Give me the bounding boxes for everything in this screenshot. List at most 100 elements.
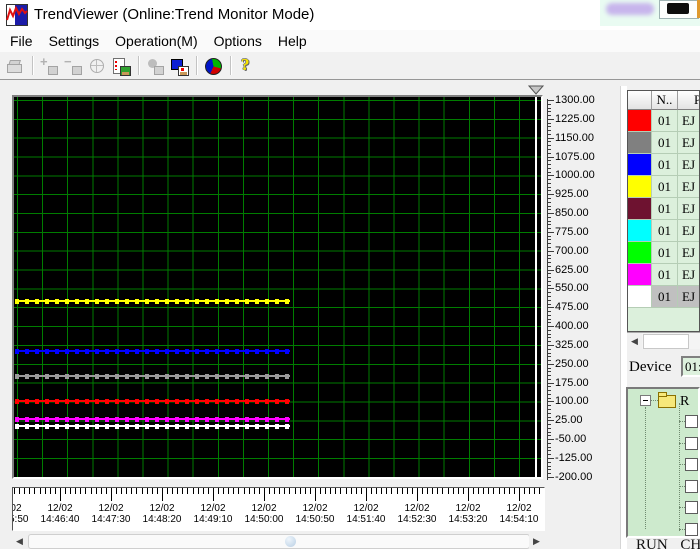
series-markers bbox=[15, 373, 290, 379]
folder-icon bbox=[658, 392, 676, 408]
globe-icon[interactable] bbox=[88, 57, 106, 75]
y-minor-tick bbox=[547, 356, 551, 358]
tree-root-label[interactable]: R bbox=[680, 394, 689, 410]
y-minor-tick bbox=[547, 179, 551, 181]
y-minor-tick bbox=[547, 262, 551, 263]
x-minor-tick bbox=[202, 488, 204, 494]
legend-row[interactable]: 01 EJ bbox=[628, 110, 699, 132]
legend-row[interactable]: 01 EJ bbox=[628, 154, 699, 176]
legend-row[interactable]: 01 EJ bbox=[628, 242, 699, 264]
pen-color-swatch bbox=[628, 286, 652, 308]
x-tick-label: 12/02 14:53:20 bbox=[440, 503, 496, 525]
y-minor-tick bbox=[547, 386, 551, 388]
y-minor-tick bbox=[547, 405, 551, 407]
legend-row[interactable]: 01 EJ bbox=[628, 198, 699, 220]
x-tick-label: 12/02 14:50:50 bbox=[287, 503, 343, 525]
y-minor-tick bbox=[547, 446, 551, 448]
y-tick-label: -200.00 bbox=[555, 470, 593, 483]
report-save-icon[interactable] bbox=[112, 57, 131, 76]
y-minor-tick bbox=[547, 337, 551, 339]
legend-scrollbar-thumb[interactable] bbox=[643, 334, 689, 349]
y-minor-tick bbox=[547, 442, 551, 444]
menu-operationm[interactable]: Operation(M) bbox=[107, 31, 205, 51]
scroll-left-button[interactable]: ◀ bbox=[12, 533, 27, 549]
trend-plot-area[interactable] bbox=[14, 97, 541, 477]
legend-row[interactable]: 01 EJ bbox=[628, 286, 699, 308]
tree-item-checkbox[interactable] bbox=[685, 458, 698, 471]
legend-row[interactable]: 01 EJ bbox=[628, 220, 699, 242]
y-minor-tick bbox=[547, 235, 551, 237]
x-minor-tick bbox=[233, 488, 235, 494]
x-major-tick bbox=[162, 488, 163, 501]
add-pen-icon[interactable]: + bbox=[40, 54, 58, 75]
series-pen-blue bbox=[15, 348, 290, 355]
legend-row[interactable]: 01 EJ bbox=[628, 176, 699, 198]
x-tick-date: 12/02 bbox=[302, 503, 328, 514]
y-minor-tick bbox=[547, 341, 551, 343]
device-combo[interactable]: 01:E bbox=[681, 356, 700, 377]
y-minor-tick bbox=[547, 171, 551, 173]
pen-color-swatch bbox=[628, 154, 652, 176]
y-minor-tick bbox=[547, 427, 551, 429]
pen-save-icon[interactable] bbox=[170, 57, 189, 76]
x-minor-tick bbox=[274, 488, 276, 494]
pen-param: EJ bbox=[678, 286, 699, 308]
menu-options[interactable]: Options bbox=[206, 31, 270, 51]
tree-item-checkbox[interactable] bbox=[685, 480, 698, 493]
tree-expand-toggle[interactable] bbox=[640, 395, 651, 406]
x-minor-tick bbox=[284, 488, 286, 494]
x-major-tick bbox=[519, 488, 520, 501]
y-tick-label: 775.00 bbox=[555, 225, 589, 238]
y-minor-tick bbox=[547, 133, 551, 135]
open-file-icon[interactable] bbox=[6, 57, 24, 75]
legend-row[interactable]: 01 EJ bbox=[628, 264, 699, 286]
tree-item-checkbox[interactable] bbox=[685, 523, 698, 536]
x-minor-tick bbox=[29, 488, 31, 494]
pen-no: 01 bbox=[652, 198, 678, 220]
x-minor-tick bbox=[182, 488, 184, 494]
scrollbar-thumb[interactable] bbox=[28, 534, 530, 549]
pen-assign-icon[interactable] bbox=[146, 57, 164, 75]
tree-connector bbox=[651, 400, 658, 402]
remove-pen-icon[interactable]: − bbox=[64, 54, 82, 75]
x-tick-label: 12/02 14:50:00 bbox=[236, 503, 292, 525]
y-major-tick bbox=[547, 156, 554, 158]
x-minor-tick bbox=[401, 488, 403, 494]
y-minor-tick bbox=[547, 322, 551, 324]
title-bar[interactable]: TrendViewer (Online:Trend Monitor Mode) bbox=[0, 0, 700, 30]
x-minor-tick bbox=[75, 488, 77, 494]
x-tick-date: 12/02 bbox=[47, 503, 73, 514]
pen-color-swatch bbox=[628, 110, 652, 132]
y-major-tick bbox=[547, 420, 554, 422]
tree-item-checkbox[interactable] bbox=[685, 501, 698, 514]
menu-settings[interactable]: Settings bbox=[41, 31, 108, 51]
tree-item-checkbox[interactable] bbox=[685, 415, 698, 428]
scroll-right-button[interactable]: ▶ bbox=[529, 533, 544, 549]
pen-no: 01 bbox=[652, 176, 678, 198]
y-minor-tick bbox=[547, 375, 551, 377]
y-tick-label: 475.00 bbox=[555, 301, 589, 314]
x-minor-tick bbox=[437, 488, 439, 494]
x-minor-tick bbox=[503, 488, 505, 494]
menu-file[interactable]: File bbox=[2, 31, 41, 51]
menu-help[interactable]: Help bbox=[270, 31, 315, 51]
x-tick-time: 14:47:30 bbox=[91, 514, 131, 525]
help-icon[interactable]: ? bbox=[238, 55, 256, 75]
y-minor-tick bbox=[547, 186, 551, 188]
y-minor-tick bbox=[547, 205, 551, 207]
x-minor-tick bbox=[396, 488, 398, 494]
pie-chart-icon[interactable] bbox=[204, 57, 222, 75]
x-minor-tick bbox=[345, 488, 347, 494]
legend-row[interactable]: 01 EJ bbox=[628, 132, 699, 154]
peek-window-box bbox=[659, 0, 699, 19]
tree-item-checkbox[interactable] bbox=[685, 437, 698, 450]
legend-scroll-left-button[interactable]: ◀ bbox=[627, 333, 642, 349]
y-minor-tick bbox=[547, 216, 551, 218]
x-minor-tick bbox=[218, 488, 219, 494]
y-major-tick bbox=[547, 269, 554, 271]
pen-param: EJ bbox=[678, 110, 699, 132]
pen-color-swatch bbox=[628, 198, 652, 220]
x-minor-tick bbox=[422, 488, 423, 494]
y-minor-tick bbox=[547, 393, 551, 395]
device-tree-panel: R bbox=[626, 387, 700, 538]
